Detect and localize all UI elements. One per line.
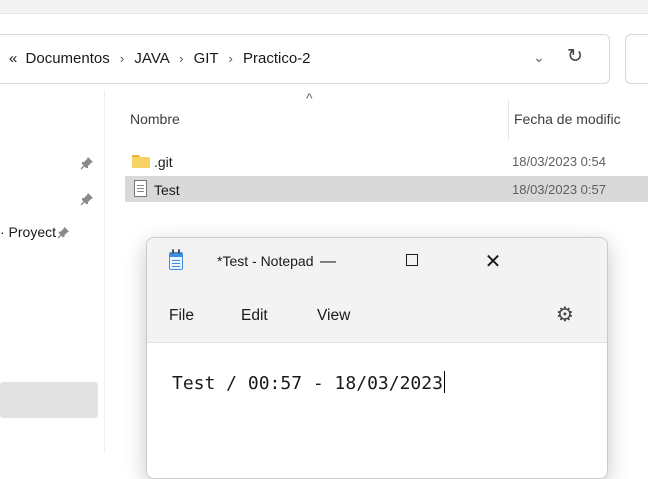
breadcrumb: « Documentos › JAVA › GIT › Practico-2 [9, 50, 311, 67]
crumb-documentos[interactable]: Documentos [26, 50, 110, 67]
crumb-separator-icon[interactable]: › [228, 51, 232, 66]
notepad-titlebar[interactable]: *Test - Notepad — ✕ [147, 238, 607, 286]
column-header-name[interactable]: Nombre [130, 111, 180, 127]
window-title: *Test - Notepad [217, 253, 314, 269]
pin-icon [57, 226, 70, 242]
address-dropdown-icon[interactable]: ⌄ [533, 49, 545, 66]
crumb-separator-icon[interactable]: › [120, 51, 124, 66]
search-input[interactable] [625, 34, 648, 84]
crumb-java[interactable]: JAVA [134, 50, 168, 67]
file-date: 18/03/2023 0:57 [512, 182, 606, 197]
overflow-chevron-icon[interactable]: « [9, 50, 17, 67]
menu-view[interactable]: View [317, 307, 350, 325]
sort-ascending-icon: ^ [306, 90, 313, 106]
maximize-icon [406, 254, 418, 267]
notepad-window[interactable]: *Test - Notepad — ✕ File Edit View ⚙ Tes… [146, 237, 608, 479]
nav-item-proyect[interactable]: · Proyect [0, 224, 70, 242]
address-bar[interactable]: « Documentos › JAVA › GIT › Practico-2 ⌄… [0, 34, 610, 84]
close-button[interactable]: ✕ [470, 245, 516, 279]
pin-icon [80, 192, 94, 209]
folder-icon [132, 155, 150, 168]
editor-content: Test / 00:57 - 18/03/2023 [172, 371, 445, 394]
column-divider[interactable] [508, 100, 509, 140]
file-name: Test [154, 182, 180, 198]
column-header-date[interactable]: Fecha de modific [514, 111, 621, 127]
file-date: 18/03/2023 0:54 [512, 154, 606, 169]
minimize-button[interactable]: — [305, 245, 351, 279]
crumb-practico-2[interactable]: Practico-2 [243, 50, 311, 67]
menu-file[interactable]: File [169, 307, 194, 325]
nav-item-selected[interactable] [0, 382, 98, 418]
nav-item-label: · Proyect [0, 224, 57, 240]
menu-bar: File Edit View ⚙ [147, 286, 607, 343]
text-file-icon [134, 180, 147, 197]
refresh-icon[interactable]: ↻ [567, 45, 583, 68]
text-caret [443, 371, 445, 393]
file-name: .git [154, 154, 173, 170]
settings-gear-icon[interactable]: ⚙ [556, 302, 574, 327]
text-editor-area[interactable]: Test / 00:57 - 18/03/2023 [147, 343, 607, 478]
editor-text: Test / 00:57 - 18/03/2023 [172, 373, 443, 394]
crumb-separator-icon[interactable]: › [179, 51, 183, 66]
maximize-button[interactable] [389, 245, 435, 279]
pin-icon [80, 156, 94, 173]
window-top-strip [0, 0, 648, 14]
menu-edit[interactable]: Edit [241, 307, 268, 325]
file-row-git[interactable]: .git 18/03/2023 0:54 [125, 148, 648, 174]
crumb-git[interactable]: GIT [194, 50, 219, 67]
file-row-test[interactable]: Test 18/03/2023 0:57 [125, 176, 648, 202]
notepad-app-icon [169, 249, 183, 270]
